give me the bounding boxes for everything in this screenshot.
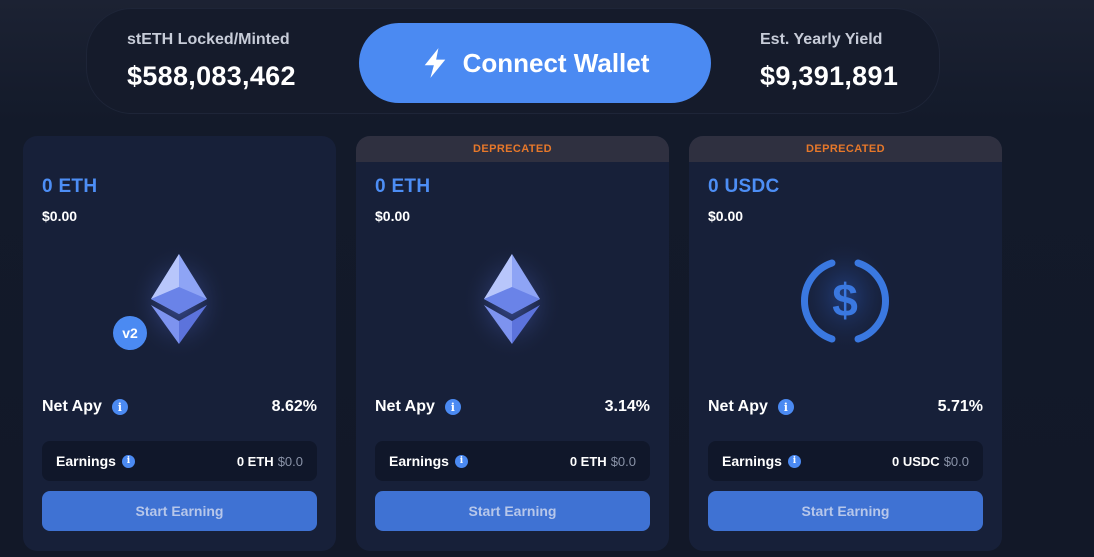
- earnings-values: 0 ETH $0.0: [237, 454, 303, 469]
- locked-minted-value: $588,083,462: [127, 61, 296, 91]
- connect-wallet-button[interactable]: Connect Wallet: [359, 23, 711, 103]
- net-apy-value: 3.14%: [604, 398, 650, 415]
- net-apy-row: Net Apy i 8.62%: [42, 398, 317, 416]
- earnings-amount: 0 USDC: [892, 453, 940, 469]
- net-apy-label: Net Apy: [375, 398, 435, 415]
- earnings-box: Earnings i 0 USDC $0.0: [708, 441, 983, 481]
- info-icon[interactable]: i: [111, 399, 128, 415]
- net-apy-value: 5.71%: [937, 398, 983, 415]
- info-icon[interactable]: i: [787, 454, 801, 468]
- vault-card-usdc-deprecated: DEPRECATED 0 USDC $0.00 $ Net Apy i 5.71…: [689, 136, 1002, 551]
- earnings-values: 0 ETH $0.0: [570, 454, 636, 469]
- vault-balance: 0 ETH: [42, 176, 98, 197]
- ethereum-icon: [129, 244, 229, 364]
- yearly-yield-stat: Est. Yearly Yield $9,391,891: [760, 31, 898, 92]
- stats-bar: stETH Locked/Minted $588,083,462 Connect…: [86, 8, 940, 114]
- net-apy-value: 8.62%: [271, 398, 317, 415]
- vault-card-eth-v2: 0 ETH $0.00 v2 Net Apy i 8.62% Earnings …: [23, 136, 336, 551]
- net-apy-label-group: Net Apy i: [375, 398, 461, 416]
- vault-card-eth-deprecated: DEPRECATED 0 ETH $0.00 Net Apy i 3.14% E…: [356, 136, 669, 551]
- net-apy-label: Net Apy: [42, 398, 102, 415]
- info-icon[interactable]: i: [777, 399, 794, 415]
- yearly-yield-label: Est. Yearly Yield: [760, 31, 883, 48]
- info-icon[interactable]: i: [121, 454, 135, 468]
- earnings-amount: 0 ETH: [569, 453, 607, 469]
- earnings-label: Earnings: [56, 453, 116, 469]
- svg-text:$: $: [832, 274, 858, 326]
- info-icon[interactable]: i: [444, 399, 461, 415]
- net-apy-label-group: Net Apy i: [708, 398, 794, 416]
- start-earning-button[interactable]: Start Earning: [708, 491, 983, 531]
- earnings-box: Earnings i 0 ETH $0.0: [375, 441, 650, 481]
- v2-badge: v2: [113, 316, 147, 350]
- vault-balance: 0 ETH: [375, 176, 431, 197]
- earnings-box: Earnings i 0 ETH $0.0: [42, 441, 317, 481]
- yearly-yield-value: $9,391,891: [760, 61, 899, 91]
- vault-balance-usd: $0.00: [42, 208, 78, 224]
- earnings-usd: $0.0: [943, 453, 969, 469]
- start-earning-button[interactable]: Start Earning: [42, 491, 317, 531]
- net-apy-row: Net Apy i 3.14%: [375, 398, 650, 416]
- earnings-label-group: Earnings i: [389, 453, 468, 469]
- net-apy-label-group: Net Apy i: [42, 398, 128, 416]
- vault-balance-usd: $0.00: [708, 208, 744, 224]
- usdc-icon: $: [795, 238, 895, 364]
- earnings-label: Earnings: [389, 453, 449, 469]
- net-apy-row: Net Apy i 5.71%: [708, 398, 983, 416]
- locked-minted-stat: stETH Locked/Minted $588,083,462: [127, 31, 296, 92]
- vault-balance-usd: $0.00: [375, 208, 411, 224]
- net-apy-label: Net Apy: [708, 398, 768, 415]
- earnings-label-group: Earnings i: [722, 453, 801, 469]
- earnings-values: 0 USDC $0.0: [892, 454, 969, 469]
- locked-minted-label: stETH Locked/Minted: [127, 31, 290, 48]
- info-icon[interactable]: i: [454, 454, 468, 468]
- earnings-amount: 0 ETH: [236, 453, 274, 469]
- earnings-label: Earnings: [722, 453, 782, 469]
- vault-balance: 0 USDC: [708, 176, 780, 197]
- earnings-usd: $0.0: [610, 453, 636, 469]
- earnings-usd: $0.0: [277, 453, 303, 469]
- connect-wallet-label: Connect Wallet: [462, 47, 650, 78]
- earnings-label-group: Earnings i: [56, 453, 135, 469]
- ethereum-icon: [462, 244, 562, 364]
- start-earning-button[interactable]: Start Earning: [375, 491, 650, 531]
- lightning-icon: [424, 48, 445, 78]
